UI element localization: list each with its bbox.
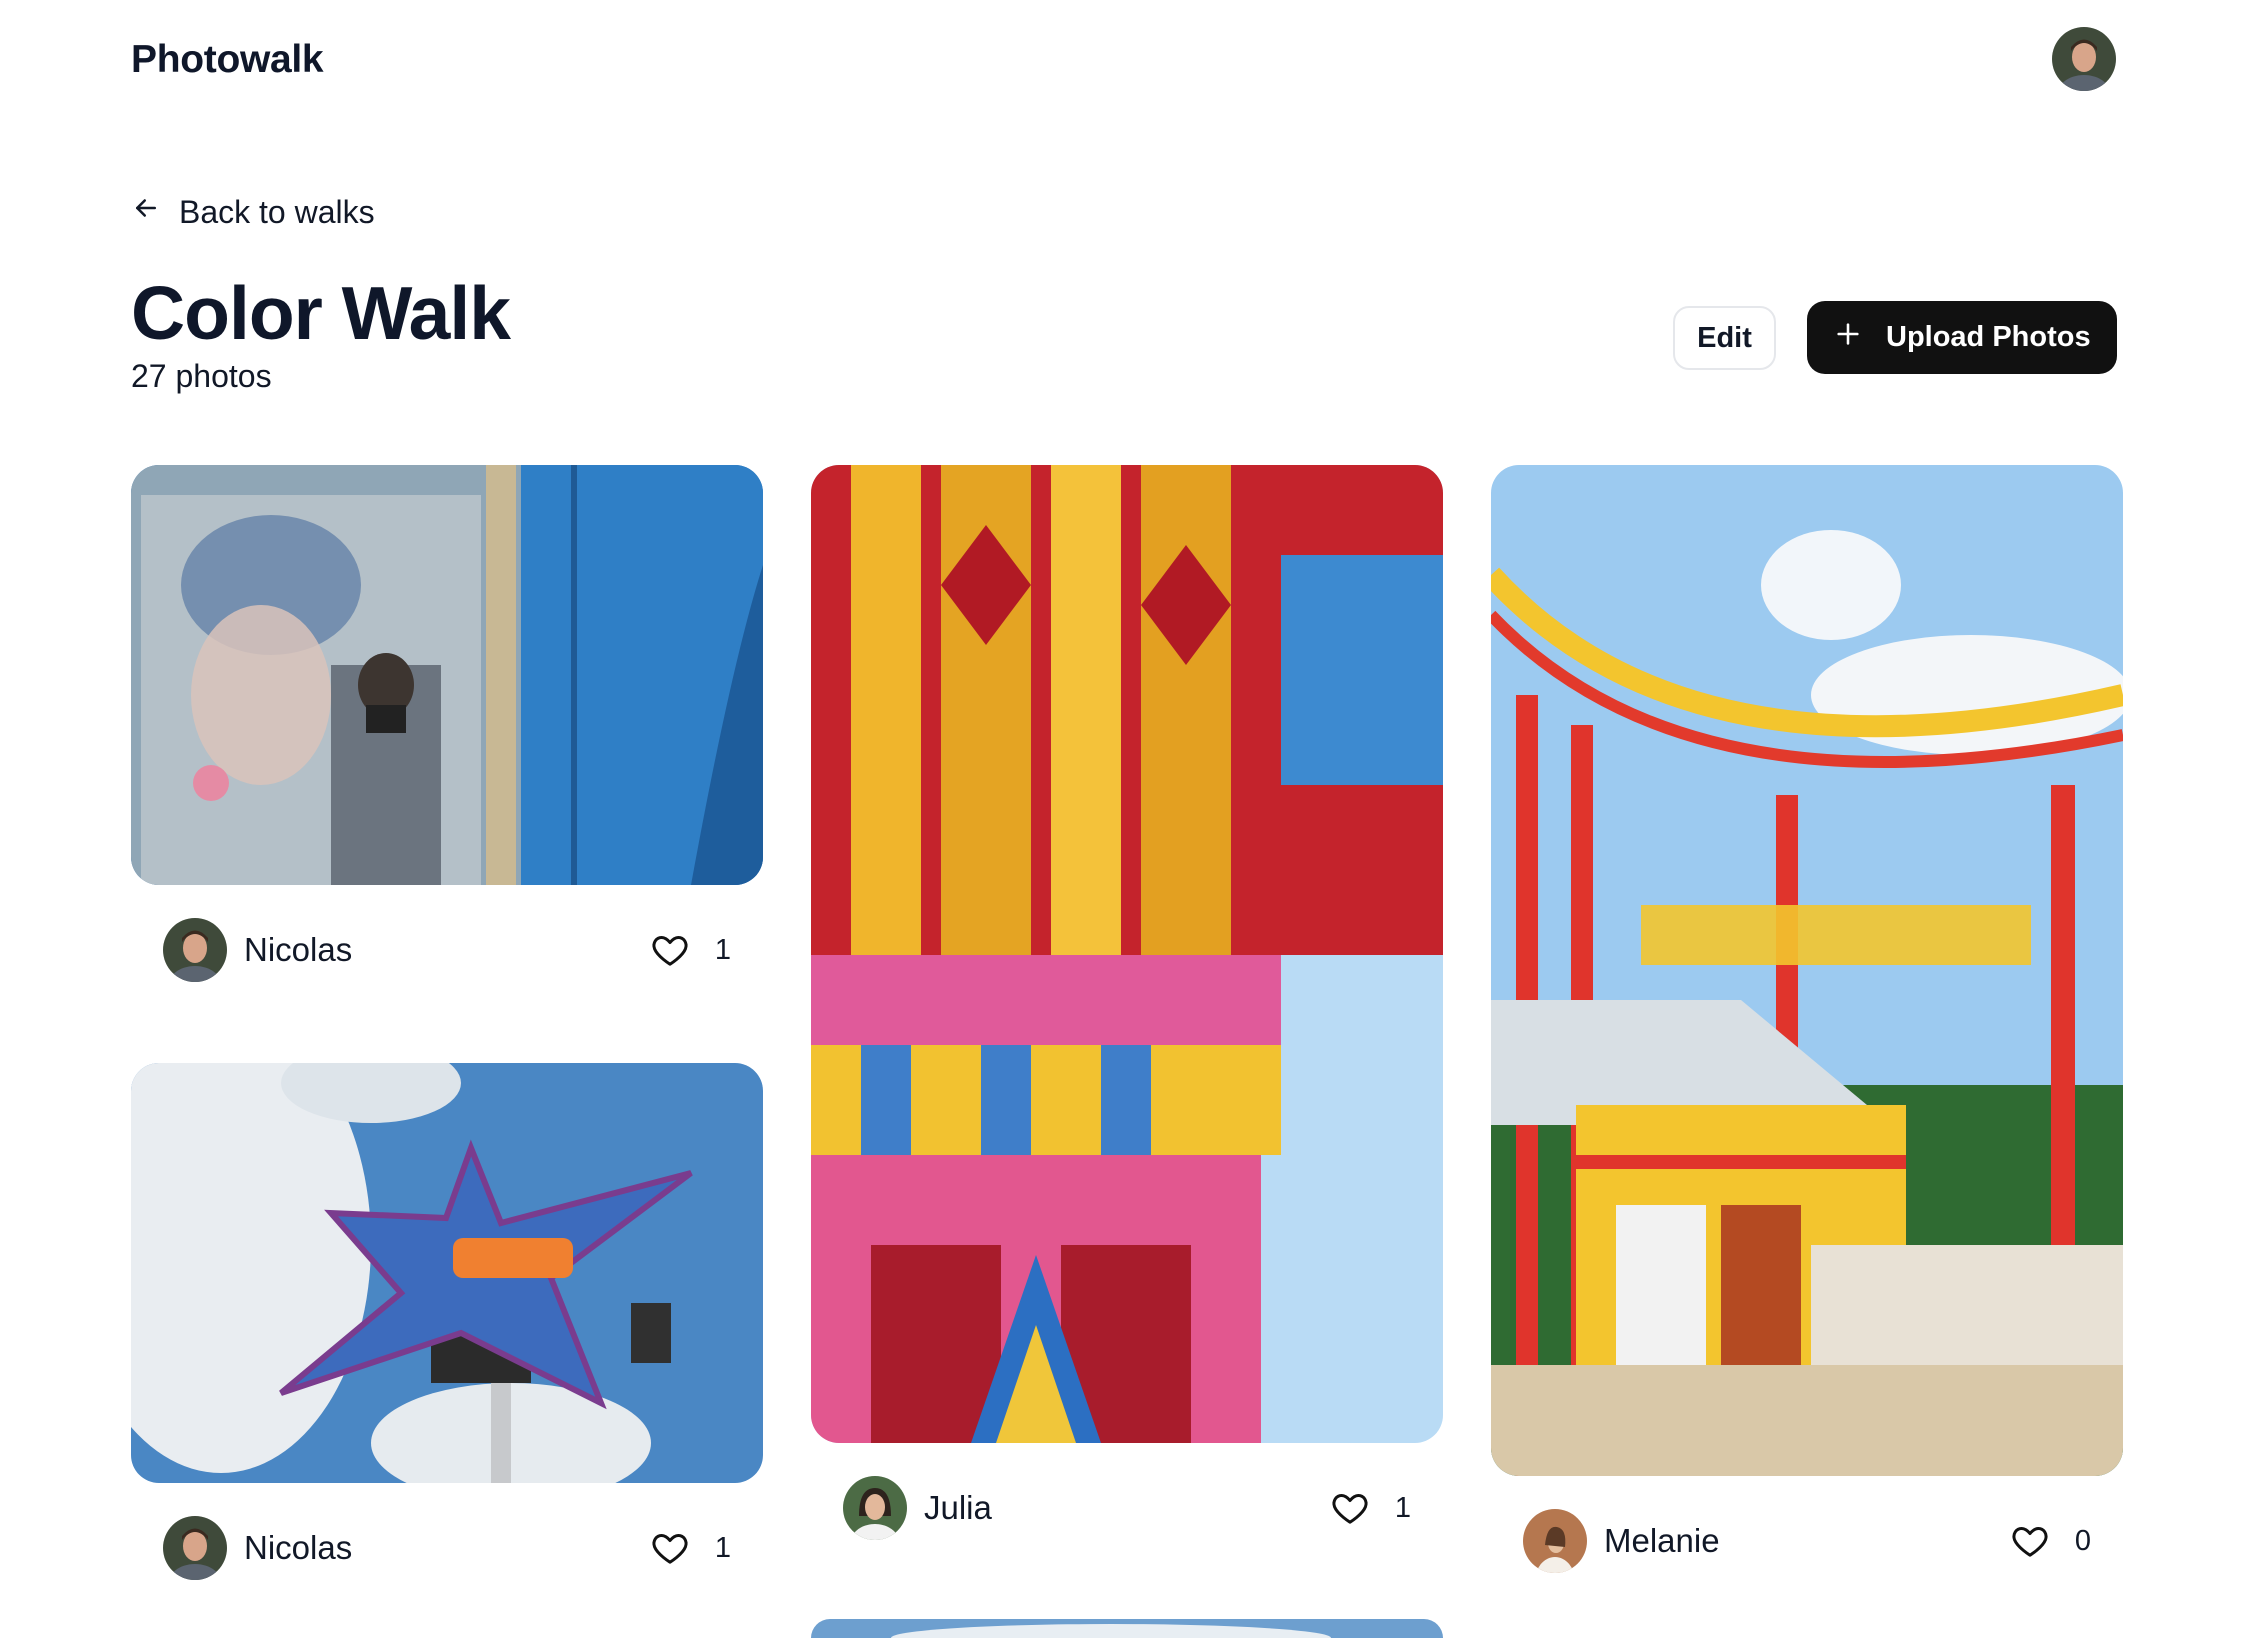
upload-photos-button[interactable]: Upload Photos: [1807, 301, 2117, 374]
photo-meta: Nicolas 1: [163, 1515, 731, 1581]
avatar[interactable]: [163, 918, 227, 982]
photo-card: Nicolas 1: [131, 465, 763, 982]
photo-thumbnail[interactable]: [131, 465, 763, 885]
author-name[interactable]: Melanie: [1604, 1522, 2009, 1560]
arrow-left-icon: [131, 193, 161, 231]
author-name[interactable]: Nicolas: [244, 931, 649, 969]
photo-meta: Nicolas 1: [163, 917, 731, 983]
upload-photos-label: Upload Photos: [1886, 321, 2091, 353]
like-count: 0: [2074, 1524, 2091, 1557]
heart-icon[interactable]: [649, 1527, 691, 1569]
photo-thumbnail[interactable]: [1491, 465, 2123, 1476]
like-count: 1: [714, 933, 731, 966]
photo-card: Nicolas 1: [131, 1063, 763, 1580]
avatar[interactable]: [1523, 1509, 1587, 1573]
like-count: 1: [1394, 1491, 1411, 1524]
photo-meta: Melanie 0: [1523, 1508, 2091, 1574]
author-name[interactable]: Nicolas: [244, 1529, 649, 1567]
like-count: 1: [714, 1531, 731, 1564]
photo-card: [811, 1619, 1443, 1638]
page: Photowalk Back to walks Color Walk 27 ph…: [0, 0, 2262, 1638]
user-avatar[interactable]: [2052, 27, 2116, 91]
heart-icon[interactable]: [2009, 1520, 2051, 1562]
heart-icon[interactable]: [649, 929, 691, 971]
author-name[interactable]: Julia: [924, 1489, 1329, 1527]
photo-count: 27 photos: [131, 358, 272, 394]
photo-thumbnail[interactable]: [811, 1619, 1443, 1638]
photo-meta: Julia 1: [843, 1475, 1411, 1541]
avatar[interactable]: [163, 1516, 227, 1580]
photo-card: Melanie 0: [1491, 465, 2123, 1573]
plus-icon: [1834, 320, 1862, 356]
photo-thumbnail[interactable]: [131, 1063, 763, 1483]
app-logo[interactable]: Photowalk: [131, 38, 324, 82]
photo-thumbnail[interactable]: [811, 465, 1443, 1443]
page-title: Color Walk: [131, 271, 511, 355]
avatar[interactable]: [843, 1476, 907, 1540]
edit-button[interactable]: Edit: [1673, 306, 1776, 370]
photo-card: Julia 1: [811, 465, 1443, 1540]
back-link-label: Back to walks: [179, 193, 375, 230]
back-to-walks-link[interactable]: Back to walks: [131, 192, 375, 232]
heart-icon[interactable]: [1329, 1487, 1371, 1529]
